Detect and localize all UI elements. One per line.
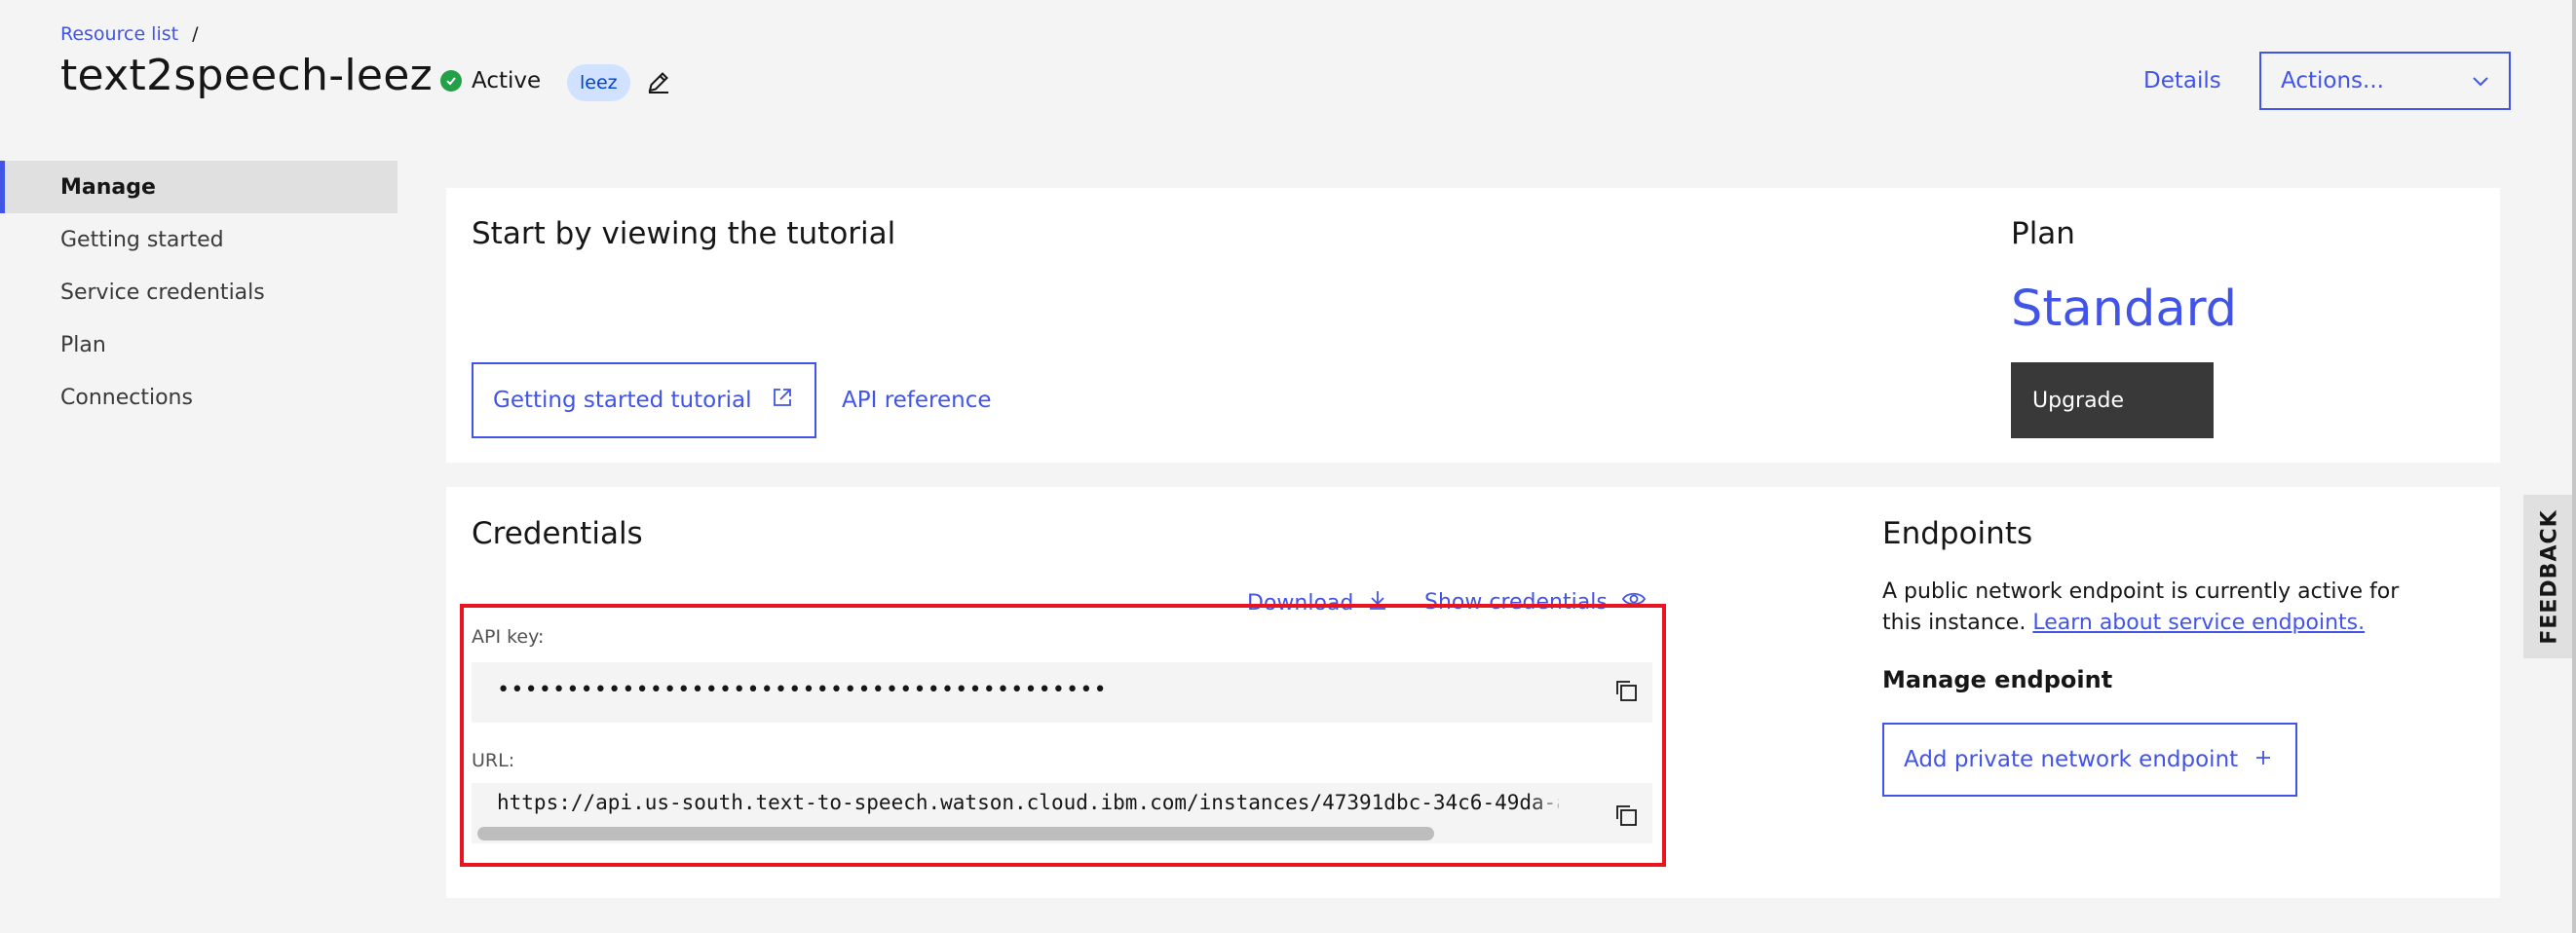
upgrade-button[interactable]: Upgrade (2011, 362, 2214, 438)
show-credentials-label: Show credentials (1424, 589, 1608, 615)
check-circle-icon (440, 70, 462, 92)
plan-value: Standard (2011, 280, 2238, 338)
endpoints-heading: Endpoints (1882, 516, 2033, 551)
manage-endpoint-heading: Manage endpoint (1882, 666, 2113, 693)
launch-icon (772, 387, 793, 414)
sidebar-item-connections[interactable]: Connections (0, 371, 398, 424)
url-label: URL: (472, 750, 515, 771)
url-horizontal-scrollbar[interactable] (477, 827, 1434, 840)
download-label: Download (1247, 590, 1354, 616)
feedback-tab[interactable]: FEEDBACK (2523, 495, 2576, 658)
plus-icon (2254, 747, 2272, 772)
sidebar-item-plan[interactable]: Plan (0, 318, 398, 371)
resource-tag[interactable]: leez (567, 64, 630, 101)
endpoints-description: A public network endpoint is currently a… (1882, 577, 2428, 639)
plan-heading: Plan (2011, 216, 2075, 251)
details-link[interactable]: Details (2143, 68, 2221, 93)
eye-icon (1621, 588, 1647, 616)
url-value: https://api.us-south.text-to-speech.wats… (497, 791, 1559, 814)
actions-label: Actions... (2281, 68, 2384, 93)
api-reference-link[interactable]: API reference (842, 388, 992, 413)
breadcrumb-separator: / (192, 23, 199, 45)
copy-api-key-button[interactable] (1610, 676, 1643, 709)
sidebar-item-getting-started[interactable]: Getting started (0, 213, 398, 266)
window-edge (2572, 0, 2576, 933)
sidebar-item-service-credentials[interactable]: Service credentials (0, 266, 398, 318)
status-label: Active (472, 68, 542, 93)
credentials-heading: Credentials (472, 516, 643, 551)
sidebar-nav: Manage Getting started Service credentia… (0, 161, 398, 424)
add-private-endpoint-button[interactable]: Add private network endpoint (1882, 723, 2297, 797)
url-fade-overlay (1530, 783, 1569, 843)
tutorial-button-label: Getting started tutorial (493, 388, 752, 413)
chevron-down-icon (2472, 68, 2489, 93)
status-indicator: Active (440, 68, 541, 93)
sidebar-item-manage[interactable]: Manage (0, 161, 398, 213)
actions-dropdown[interactable]: Actions... (2259, 52, 2511, 110)
api-key-label: API key: (472, 626, 545, 648)
api-key-value: ••••••••••••••••••••••••••••••••••••••••… (497, 678, 1108, 702)
tutorial-heading: Start by viewing the tutorial (472, 216, 896, 251)
feedback-label: FEEDBACK (2537, 508, 2562, 645)
copy-icon (1613, 802, 1639, 832)
download-icon (1367, 588, 1388, 617)
add-private-endpoint-label: Add private network endpoint (1904, 747, 2239, 772)
copy-icon (1613, 678, 1639, 707)
getting-started-tutorial-button[interactable]: Getting started tutorial (472, 362, 816, 438)
download-credentials-link[interactable]: Download (1247, 588, 1388, 617)
learn-service-endpoints-link[interactable]: Learn about service endpoints. (2032, 611, 2365, 635)
show-credentials-link[interactable]: Show credentials (1424, 588, 1647, 616)
copy-url-button[interactable] (1610, 801, 1643, 834)
page-title: text2speech-leez (60, 51, 434, 100)
edit-pencil-icon[interactable] (645, 68, 672, 95)
breadcrumb: Resource list / (60, 23, 199, 45)
breadcrumb-resource-list[interactable]: Resource list (60, 23, 178, 45)
